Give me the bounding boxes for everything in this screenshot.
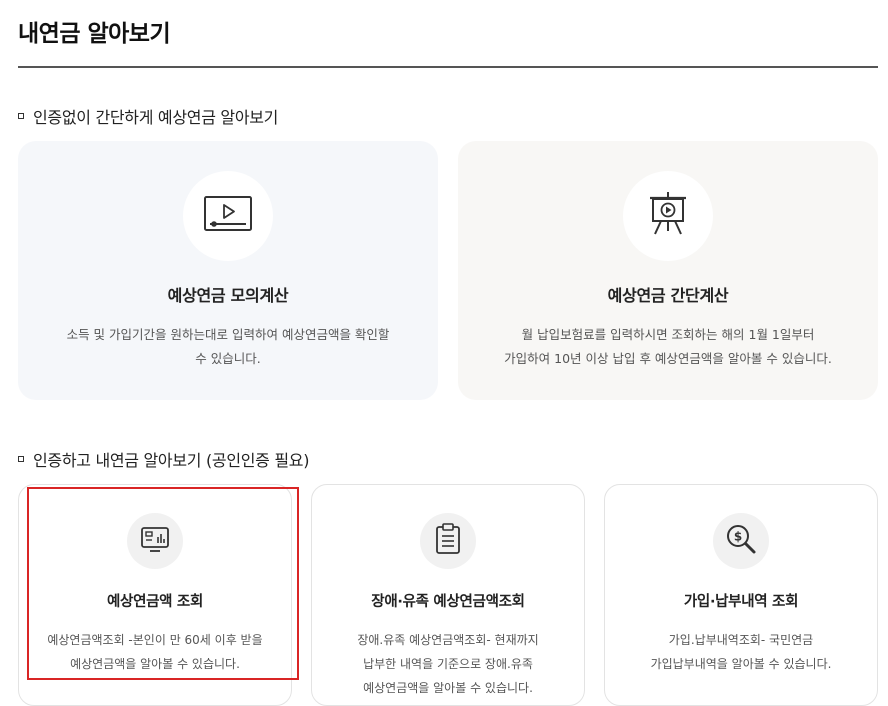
card-description: 가입.납부내역조회- 국민연금 가입납부내역을 알아볼 수 있습니다. [617, 628, 865, 676]
section-title-no-auth: 인증없이 간단하게 예상연금 알아보기 [18, 104, 278, 128]
disability-survivor-inquiry-card[interactable]: 장애·유족 예상연금액조회 장애.유족 예상연금액조회- 현재까지 납부한 내역… [311, 484, 585, 706]
card-desc-line: 가입.납부내역조회- 국민연금 [668, 633, 814, 647]
video-play-icon [203, 194, 253, 238]
card-description: 소득 및 가입기간을 원하는대로 입력하여 예상연금액을 확인할 수 있습니다. [48, 323, 408, 371]
icon-circle: $ [713, 513, 769, 569]
icon-circle [183, 171, 273, 261]
card-description: 장애.유족 예상연금액조회- 현재까지 납부한 내역을 기준으로 장애.유족 예… [324, 628, 572, 700]
card-desc-line: 장애.유족 예상연금액조회- 현재까지 [357, 633, 539, 647]
card-desc-line: 납부한 내역을 기준으로 장애.유족 [363, 657, 533, 671]
card-title: 예상연금 간단계산 [607, 286, 729, 305]
mock-calculation-card[interactable]: 예상연금 모의계산 소득 및 가입기간을 원하는대로 입력하여 예상연금액을 확… [18, 141, 438, 400]
section-title-text: 인증하고 내연금 알아보기 (공인인증 필요) [33, 451, 310, 470]
square-bullet-icon [18, 113, 24, 119]
card-description: 월 납입보험료를 입력하시면 조회하는 해의 1월 1일부터 가입하여 10년 … [488, 323, 848, 371]
title-divider [18, 66, 878, 68]
presentation-board-icon [647, 191, 689, 241]
card-desc-line: 예상연금액을 알아볼 수 있습니다. [363, 681, 533, 695]
subscription-payment-inquiry-card[interactable]: $ 가입·납부내역 조회 가입.납부내역조회- 국민연금 가입납부내역을 알아볼… [604, 484, 878, 706]
simple-calculation-card[interactable]: 예상연금 간단계산 월 납입보험료를 입력하시면 조회하는 해의 1월 1일부터… [458, 141, 878, 400]
dollar-magnifier-icon: $ [725, 523, 757, 559]
card-desc-line: 소득 및 가입기간을 원하는대로 입력하여 예상연금액을 확인할 [66, 327, 390, 342]
card-title: 예상연금 모의계산 [167, 286, 289, 305]
page-title: 내연금 알아보기 [18, 21, 171, 47]
card-desc-line: 수 있습니다. [195, 351, 261, 366]
card-desc-line: 가입하여 10년 이상 납입 후 예상연금액을 알아볼 수 있습니다. [504, 351, 832, 366]
icon-circle [420, 513, 476, 569]
highlight-box [27, 487, 299, 680]
section-title-auth: 인증하고 내연금 알아보기 (공인인증 필요) [18, 447, 309, 471]
section-title-text: 인증없이 간단하게 예상연금 알아보기 [33, 108, 279, 127]
card-desc-line: 가입납부내역을 알아볼 수 있습니다. [650, 657, 832, 671]
card-desc-line: 월 납입보험료를 입력하시면 조회하는 해의 1월 1일부터 [521, 327, 815, 342]
clipboard-icon [435, 523, 461, 559]
square-bullet-icon [18, 456, 24, 462]
svg-text:$: $ [734, 530, 742, 544]
card-title: 장애·유족 예상연금액조회 [371, 594, 525, 610]
icon-circle [623, 171, 713, 261]
card-title: 가입·납부내역 조회 [683, 594, 799, 610]
